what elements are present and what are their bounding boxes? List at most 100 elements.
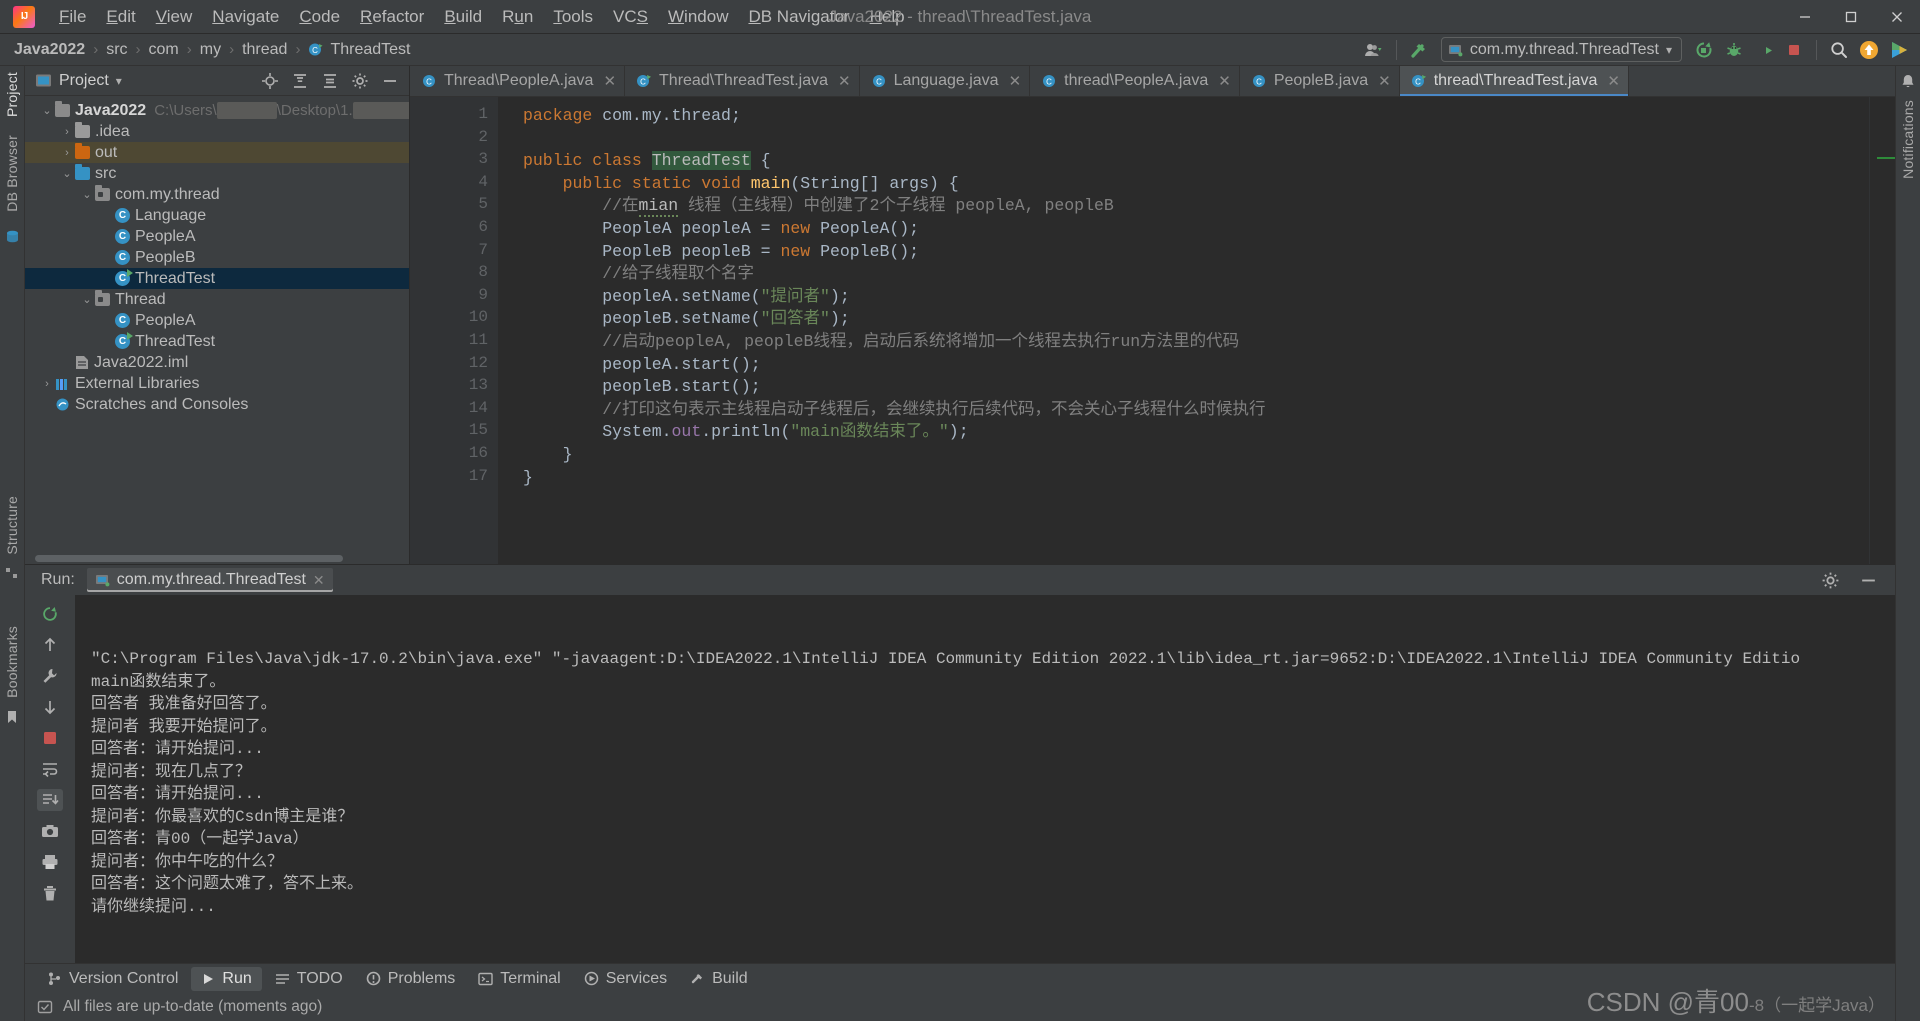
run-tab-close-icon[interactable]: ✕ xyxy=(313,572,325,589)
scroll-to-end-icon[interactable] xyxy=(37,789,63,811)
tree-node-thread[interactable]: ⌄ Thread xyxy=(25,289,409,310)
tree-node-threadtest[interactable]: C ThreadTest xyxy=(25,268,409,289)
maximize-button[interactable] xyxy=(1828,0,1874,34)
code-line-15[interactable]: System.out.println("main函数结束了。"); xyxy=(498,421,1869,444)
bottom-tab-todo[interactable]: TODO xyxy=(265,967,353,991)
menu-item-navigate[interactable]: Navigate xyxy=(202,3,289,31)
collapse-all-icon[interactable] xyxy=(317,68,343,94)
breadcrumb-item-java2022[interactable]: Java2022 xyxy=(10,39,89,61)
search-icon[interactable] xyxy=(1826,37,1852,63)
gutter-line-11[interactable]: 11 xyxy=(410,331,498,354)
structure-icon[interactable] xyxy=(3,564,21,582)
code-line-16[interactable]: } xyxy=(498,444,1869,467)
gutter-line-10[interactable]: 10 xyxy=(410,308,498,331)
editor-tab-close-icon[interactable]: ✕ xyxy=(603,72,616,90)
scrollbar-thumb[interactable] xyxy=(35,555,343,562)
breadcrumb-item-src[interactable]: src xyxy=(102,39,131,61)
db-icon[interactable] xyxy=(3,228,21,246)
tree-node--idea[interactable]: › .idea xyxy=(25,121,409,142)
code-line-13[interactable]: peopleB.start(); xyxy=(498,376,1869,399)
tree-node-scratches-and-consoles[interactable]: Scratches and Consoles xyxy=(25,394,409,415)
run-configuration-selector[interactable]: com.my.thread.ThreadTest ▾ xyxy=(1440,37,1682,62)
gutter-line-3[interactable]: 3 xyxy=(410,150,514,173)
hammer-icon[interactable] xyxy=(1406,37,1432,63)
editor-tab-close-icon[interactable]: ✕ xyxy=(1218,72,1231,90)
gutter-line-17[interactable]: 17 xyxy=(410,467,498,490)
gutter-line-9[interactable]: 9 xyxy=(410,286,498,309)
editor-tab-thread-peoplea-java[interactable]: C Thread\PeopleA.java ✕ xyxy=(410,66,626,96)
breadcrumb-item-threadtest[interactable]: C ThreadTest xyxy=(304,39,414,61)
tree-node-threadtest[interactable]: C ThreadTest xyxy=(25,331,409,352)
code-line-4[interactable]: public static void main(String[] args) { xyxy=(498,173,1869,196)
gutter-line-8[interactable]: 8 xyxy=(410,263,498,286)
soft-wrap-icon[interactable] xyxy=(37,758,63,780)
chevron-right-icon[interactable]: › xyxy=(59,126,75,138)
code-line-3[interactable]: public class ThreadTest { xyxy=(498,150,1869,173)
scroll-up-icon[interactable] xyxy=(37,634,63,656)
editor-tab-thread-threadtest-java[interactable]: C Thread\ThreadTest.java ✕ xyxy=(625,66,860,96)
tree-node-peoplea[interactable]: C PeopleA xyxy=(25,226,409,247)
code-line-5[interactable]: //在mian 线程（主线程）中创建了2个子线程 peopleA, people… xyxy=(498,195,1869,218)
bottom-tab-build[interactable]: Build xyxy=(680,967,758,991)
chevron-down-icon[interactable]: ⌄ xyxy=(79,293,95,306)
code-line-9[interactable]: peopleA.setName("提问者"); xyxy=(498,286,1869,309)
editor-tab-close-icon[interactable]: ✕ xyxy=(1607,72,1620,90)
editor-tab-thread-threadtest-java[interactable]: Cthread\ThreadTest.java ✕ xyxy=(1399,66,1629,96)
chevron-right-icon[interactable]: › xyxy=(39,378,55,390)
tree-node-com-my-thread[interactable]: ⌄ com.my.thread xyxy=(25,184,409,205)
editor-tab-close-icon[interactable]: ✕ xyxy=(1009,72,1022,90)
inspection-sidebar[interactable]: 1 ⌃ ⌄ xyxy=(1869,97,1895,564)
editor-gutter[interactable]: 1234⌄5678910111213141516⌃17 xyxy=(410,97,540,564)
chevron-right-icon[interactable]: › xyxy=(59,147,75,159)
chevron-down-icon[interactable]: ⌄ xyxy=(59,167,75,180)
bookmark-icon[interactable] xyxy=(3,708,21,726)
tool-window-project[interactable]: Project xyxy=(4,72,20,117)
code-content[interactable]: package com.my.thread; public class Thre… xyxy=(498,97,1869,564)
settings-icon[interactable] xyxy=(347,68,373,94)
menu-item-build[interactable]: Build xyxy=(434,3,492,31)
gutter-line-16[interactable]: 16⌃ xyxy=(410,444,540,467)
gutter-line-2[interactable]: 2 xyxy=(410,128,498,151)
code-line-10[interactable]: peopleB.setName("回答者"); xyxy=(498,308,1869,331)
tool-window-db-browser[interactable]: DB Browser xyxy=(4,135,20,212)
editor-tab-peopleb-java[interactable]: C PeopleB.java ✕ xyxy=(1240,66,1400,96)
code-line-1[interactable]: package com.my.thread; xyxy=(498,105,1869,128)
tree-node-language[interactable]: C Language xyxy=(25,205,409,226)
chevron-down-icon[interactable]: ▾ xyxy=(1666,43,1672,57)
gutter-line-13[interactable]: 13 xyxy=(410,376,498,399)
editor-tab-bar[interactable]: C Thread\PeopleA.java ✕ C Thread\ThreadTest.… xyxy=(410,66,1895,97)
gutter-line-4[interactable]: 4⌄ xyxy=(410,173,540,196)
code-line-11[interactable]: //启动peopleA, peopleB线程，启动后系统将增加一个线程去执行ru… xyxy=(498,331,1869,354)
gutter-line-12[interactable]: 12 xyxy=(410,354,498,377)
camera-icon[interactable] xyxy=(37,820,63,842)
chevron-down-icon[interactable]: ⌄ xyxy=(39,104,55,117)
project-panel-caret-icon[interactable]: ▾ xyxy=(116,74,122,88)
minimize-button[interactable] xyxy=(1782,0,1828,34)
wrench-icon[interactable] xyxy=(37,665,63,687)
menu-item-edit[interactable]: Edit xyxy=(96,3,145,31)
gear-icon[interactable] xyxy=(1817,567,1843,593)
user-icon[interactable] xyxy=(1361,37,1387,63)
breadcrumb-item-com[interactable]: com xyxy=(145,39,183,61)
code-line-2[interactable] xyxy=(498,128,1869,151)
project-tree[interactable]: ⌄ Java2022 C:\Users\XXXXXX\Desktop\1.XXXXX… xyxy=(25,96,409,552)
gutter-line-14[interactable]: 14 xyxy=(410,399,498,422)
bottom-tab-problems[interactable]: Problems xyxy=(356,967,466,991)
main-menu[interactable]: File Edit View Navigate Code Refactor Build Run… xyxy=(49,3,915,31)
menu-item-vcs[interactable]: VCS xyxy=(603,3,658,31)
bottom-tab-version-control[interactable]: Version Control xyxy=(37,967,188,991)
menu-item-code[interactable]: Code xyxy=(289,3,350,31)
hide-icon[interactable] xyxy=(377,68,403,94)
code-line-6[interactable]: PeopleA peopleA = new PeopleA(); xyxy=(498,218,1869,241)
bottom-tab-run[interactable]: Run xyxy=(191,966,262,991)
code-editor[interactable]: 1234⌄5678910111213141516⌃17 package com.… xyxy=(410,97,1895,564)
minimize-icon[interactable] xyxy=(1855,567,1881,593)
code-line-8[interactable]: //给子线程取个名字 xyxy=(498,263,1869,286)
locate-icon[interactable] xyxy=(257,68,283,94)
console-horizontal-scrollbar[interactable] xyxy=(75,952,1895,961)
tree-node-src[interactable]: ⌄ src xyxy=(25,163,409,184)
console-output[interactable]: "C:\Program Files\Java\jdk-17.0.2\bin\ja… xyxy=(75,595,1895,963)
editor-tab-language-java[interactable]: C Language.java ✕ xyxy=(860,66,1031,96)
gutter-line-5[interactable]: 5 xyxy=(410,195,498,218)
tree-node-java2022-iml[interactable]: Java2022.iml xyxy=(25,352,409,373)
